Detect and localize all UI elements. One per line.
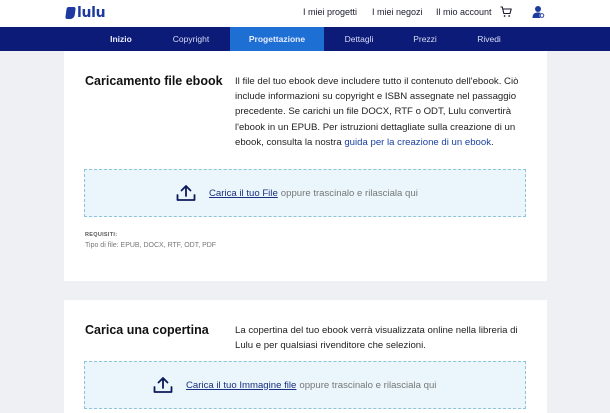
my-account-link[interactable]: Il mio account bbox=[436, 7, 492, 17]
upload-file-link[interactable]: Carica il tuo File bbox=[209, 188, 278, 199]
ebook-file-section: Caricamento file ebook Il file del tuo e… bbox=[64, 51, 547, 281]
my-projects-link[interactable]: I miei progetti bbox=[303, 7, 357, 17]
ebook-dropzone-hint: oppure trascinalo e rilasciala qui bbox=[280, 187, 418, 199]
cover-image-dropzone[interactable]: Carica il tuo Immagine file oppure trasc… bbox=[84, 361, 526, 409]
requirements-label: REQUISITI: bbox=[85, 232, 118, 238]
tab-inizio[interactable]: Inizio bbox=[94, 27, 148, 51]
tab-copyright[interactable]: Copyright bbox=[160, 27, 222, 51]
tab-rivedi[interactable]: Rivedi bbox=[462, 27, 516, 51]
step-navigation: Inizio Copyright Progettazione Dettagli … bbox=[0, 27, 610, 51]
ebook-guide-link[interactable]: guida per la creazione di un ebook bbox=[344, 137, 491, 148]
cover-section: Carica una copertina La copertina del tu… bbox=[64, 300, 547, 413]
logo-text: lulu bbox=[77, 5, 106, 21]
cover-description: La copertina del tuo ebook verrà visuali… bbox=[235, 325, 518, 352]
upload-icon bbox=[153, 377, 173, 393]
ebook-description-end: . bbox=[491, 136, 494, 148]
top-header: lulu I miei progetti I miei negozi Il mi… bbox=[0, 0, 610, 27]
lulu-logo[interactable]: lulu bbox=[65, 5, 106, 21]
tab-prezzi[interactable]: Prezzi bbox=[400, 27, 450, 51]
user-account-icon[interactable] bbox=[532, 5, 545, 19]
cover-title: Carica una copertina bbox=[85, 323, 209, 337]
ebook-file-dropzone[interactable]: Carica il tuo File oppure trascinalo e r… bbox=[84, 169, 526, 217]
requirements-value: Tipo di file: EPUB, DOCX, RTF, ODT, PDF bbox=[85, 242, 217, 249]
cart-icon[interactable] bbox=[500, 6, 512, 18]
ebook-file-title: Caricamento file ebook bbox=[85, 74, 223, 88]
cover-dropzone-hint: oppure trascinalo e rilasciala qui bbox=[299, 379, 437, 391]
tab-dettagli[interactable]: Dettagli bbox=[332, 27, 386, 51]
tab-progettazione[interactable]: Progettazione bbox=[230, 27, 324, 51]
upload-image-link[interactable]: Carica il tuo Immagine file bbox=[186, 380, 296, 391]
my-stores-link[interactable]: I miei negozi bbox=[372, 7, 423, 17]
lulu-logo-mark bbox=[65, 7, 76, 19]
upload-icon bbox=[176, 185, 196, 201]
ebook-file-description: Il file del tuo ebook deve includere tut… bbox=[235, 74, 535, 150]
